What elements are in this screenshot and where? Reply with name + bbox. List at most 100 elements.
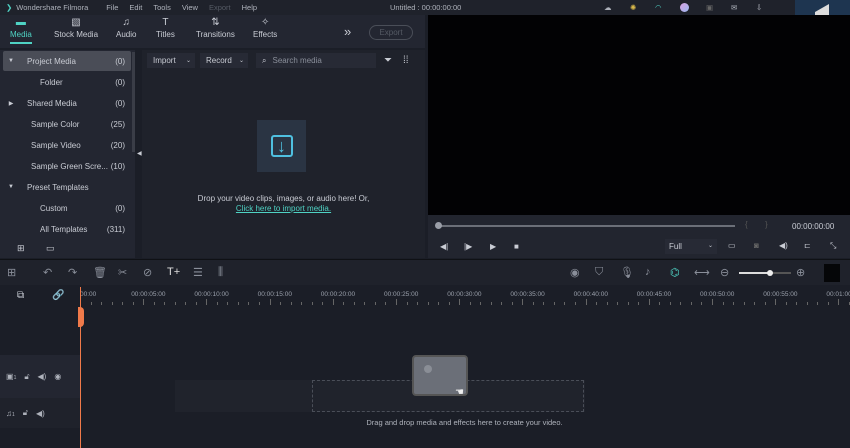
cut-icon[interactable]: ✂ bbox=[118, 266, 127, 279]
menu-help[interactable]: Help bbox=[242, 3, 257, 12]
ruler-tick bbox=[806, 302, 808, 305]
add-track-icon[interactable]: ⧉ bbox=[17, 290, 24, 301]
quality-dropdown[interactable]: Full ⌄ bbox=[665, 239, 717, 254]
ruler-tick bbox=[174, 302, 176, 305]
sidebar-item-shared-media[interactable]: ▶ Shared Media (0) bbox=[3, 93, 131, 113]
sidebar-scrollbar[interactable] bbox=[132, 52, 135, 152]
mail-icon[interactable]: ✉ bbox=[731, 3, 737, 12]
new-folder-icon[interactable]: ⊞ bbox=[17, 243, 25, 254]
fit-icon[interactable]: ⟷ bbox=[694, 266, 710, 279]
preview-screen bbox=[428, 15, 850, 215]
playhead[interactable] bbox=[78, 287, 84, 448]
menu-file[interactable]: File bbox=[106, 3, 118, 12]
bulb-icon[interactable]: ✺ bbox=[630, 3, 636, 12]
audio-track-header: ♫1 🔓︎ ◀) bbox=[0, 398, 80, 428]
mute-icon[interactable]: ◀) bbox=[38, 372, 47, 381]
lock-icon[interactable]: 🔓︎ bbox=[24, 372, 29, 382]
avatar[interactable] bbox=[680, 3, 689, 12]
menu-view[interactable]: View bbox=[182, 3, 198, 12]
ruler-tick bbox=[216, 302, 218, 305]
render-icon[interactable]: ◉ bbox=[570, 266, 580, 279]
tab-stock-media[interactable]: ▧ Stock Media bbox=[54, 17, 98, 39]
preview-controls: { } 00:00:00:00 ◀| |▶ ▶ ■ Full ⌄ ▭ ◙ ◀) ⊏… bbox=[428, 215, 850, 258]
support-icon[interactable]: ◠ bbox=[655, 3, 662, 12]
timeline-zoom-slider[interactable] bbox=[739, 270, 791, 276]
zoom-in-icon[interactable]: ⊕ bbox=[796, 266, 805, 279]
grid-view-icon[interactable]: ⁞⁞ bbox=[403, 55, 409, 66]
collapse-sidebar-icon[interactable]: ◀ bbox=[137, 150, 142, 157]
import-media-link[interactable]: Click here to import media. bbox=[142, 204, 425, 213]
menu-tools[interactable]: Tools bbox=[153, 3, 171, 12]
menu-edit[interactable]: Edit bbox=[129, 3, 142, 12]
volume-icon[interactable]: ◀) bbox=[779, 241, 788, 250]
sidebar-item-project-media[interactable]: ▼ Project Media (0) bbox=[3, 51, 131, 71]
stop-icon[interactable]: ■ bbox=[514, 242, 519, 251]
ruler-tick bbox=[280, 302, 282, 305]
tab-transitions[interactable]: ⇅ Transitions bbox=[196, 17, 235, 39]
mute-icon[interactable]: ◀) bbox=[36, 409, 45, 418]
sidebar-item-sample-video[interactable]: Sample Video (20) bbox=[3, 135, 131, 155]
link-icon[interactable]: 🔗 bbox=[52, 290, 64, 301]
adjust-icon[interactable]: ☰ bbox=[193, 266, 203, 279]
download-icon[interactable]: ⇩ bbox=[756, 3, 762, 12]
sidebar-item-custom[interactable]: Custom (0) bbox=[3, 198, 131, 218]
zoom-out-icon[interactable]: ⊖ bbox=[720, 266, 729, 279]
display-icon[interactable]: ▭ bbox=[728, 241, 736, 250]
redo-icon[interactable]: ↷ bbox=[68, 266, 77, 279]
ruler-tick bbox=[353, 302, 355, 305]
layout-icon[interactable]: ⊏ bbox=[804, 241, 811, 250]
mic-icon[interactable]: 🎙 bbox=[620, 266, 634, 279]
eye-icon[interactable]: ◉ bbox=[54, 372, 61, 381]
snapshot-icon[interactable]: ◙ bbox=[754, 241, 759, 250]
prev-frame-icon[interactable]: ◀| bbox=[440, 242, 448, 251]
panel-toggle[interactable] bbox=[822, 264, 840, 282]
sidebar-item-sample-green-screen[interactable]: Sample Green Scre... (10) bbox=[3, 156, 131, 176]
ruler-tick-label: 00:00:15:00 bbox=[257, 291, 292, 298]
preview-progress-slider[interactable] bbox=[435, 222, 735, 229]
sidebar-item-sample-color[interactable]: Sample Color (25) bbox=[3, 114, 131, 134]
folder-icon[interactable]: ▭ bbox=[46, 243, 55, 254]
tab-titles[interactable]: T Titles bbox=[156, 17, 175, 39]
sidebar-item-preset-templates[interactable]: ▼ Preset Templates bbox=[3, 177, 131, 197]
video-track-icon: ▣1 bbox=[6, 372, 17, 381]
transition-icon: ⇅ bbox=[211, 17, 220, 28]
menu-export[interactable]: Export bbox=[209, 3, 231, 12]
more-tabs-icon[interactable]: » bbox=[344, 24, 351, 39]
download-icon: ↓ bbox=[270, 135, 293, 157]
sidebar-footer: ⊞ ▭ bbox=[0, 240, 135, 258]
delete-icon[interactable]: 🗑 bbox=[93, 266, 107, 279]
import-drop-button[interactable]: ↓ bbox=[257, 120, 306, 172]
ruler-tick bbox=[680, 302, 682, 305]
sidebar-item-folder[interactable]: Folder (0) bbox=[3, 72, 131, 92]
search-input[interactable]: ⌕ Search media bbox=[256, 53, 376, 68]
play-icon[interactable]: ▶ bbox=[490, 242, 496, 251]
import-dropdown[interactable]: Import ⌄ bbox=[147, 53, 195, 68]
undo-icon[interactable]: ↶ bbox=[43, 266, 52, 279]
tab-media[interactable]: ▬ Media bbox=[10, 17, 32, 44]
cloud-icon[interactable]: ☁ bbox=[604, 3, 612, 12]
tab-effects[interactable]: ✧ Effects bbox=[253, 17, 277, 39]
tag-icon[interactable]: ⊘ bbox=[143, 266, 152, 279]
mark-out-icon[interactable]: } bbox=[765, 220, 768, 229]
tab-audio[interactable]: ♫ Audio bbox=[116, 17, 136, 39]
next-frame-icon[interactable]: |▶ bbox=[464, 242, 472, 251]
layout-grid-icon[interactable]: ⊞ bbox=[7, 266, 16, 279]
filter-icon[interactable]: ⏷ bbox=[384, 55, 392, 66]
ruler-tick bbox=[132, 302, 134, 305]
export-button[interactable]: Export bbox=[369, 25, 413, 40]
audio-mix-icon[interactable]: ♪ bbox=[645, 266, 651, 278]
record-dropdown[interactable]: Record ⌄ bbox=[200, 53, 248, 68]
lock-icon[interactable]: 🔓︎ bbox=[23, 408, 28, 418]
ruler-tick bbox=[101, 302, 102, 305]
marker-icon[interactable]: ⛉ bbox=[595, 266, 603, 279]
audio-wave-icon[interactable]: ⫼ bbox=[218, 266, 223, 279]
fullscreen-icon[interactable]: ⤡ bbox=[830, 241, 836, 251]
ruler-tick bbox=[627, 302, 629, 305]
mark-in-icon[interactable]: { bbox=[745, 220, 748, 229]
snap-icon[interactable]: ⌬ bbox=[670, 266, 680, 279]
sidebar-item-all-templates[interactable]: All Templates (311) bbox=[3, 219, 131, 239]
add-text-icon[interactable]: T+ bbox=[167, 266, 180, 278]
save-icon[interactable]: ▣ bbox=[706, 3, 713, 12]
ruler-tick bbox=[459, 299, 461, 305]
ruler-tick-label: 00:00:20:00 bbox=[320, 291, 356, 298]
